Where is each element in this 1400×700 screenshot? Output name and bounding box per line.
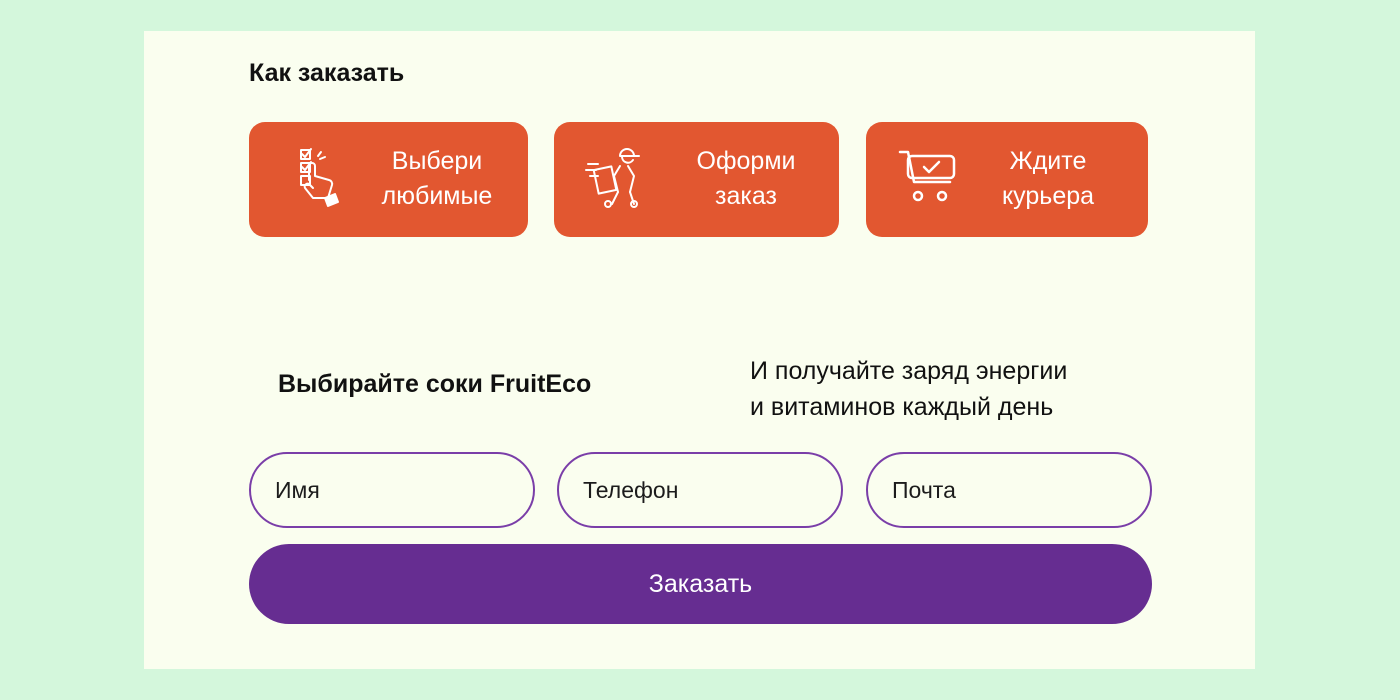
- phone-field[interactable]: [557, 452, 843, 528]
- order-card: Как заказать Выбери любимые Оформи заказ…: [144, 31, 1255, 669]
- step-label: Ждите курьера: [1001, 147, 1095, 210]
- step-label: Оформи заказ: [696, 147, 796, 210]
- how-to-order-title: Как заказать: [249, 59, 405, 87]
- step-place-order[interactable]: Оформи заказ: [554, 122, 839, 237]
- shopping-cart-icon: [896, 146, 960, 210]
- step-wait-courier[interactable]: Ждите курьера: [866, 122, 1148, 237]
- step-label: Выбери любимые: [381, 147, 493, 210]
- courier-icon: [582, 146, 646, 210]
- checklist-hand-icon: [287, 146, 351, 210]
- promo-text: И получайте заряд энергии и витаминов ка…: [750, 357, 1068, 421]
- name-field[interactable]: [249, 452, 535, 528]
- promo-title: Выбирайте соки FruitEco: [278, 370, 592, 398]
- order-button[interactable]: Заказать: [249, 544, 1152, 624]
- email-field[interactable]: [866, 452, 1152, 528]
- step-choose-favorites[interactable]: Выбери любимые: [249, 122, 528, 237]
